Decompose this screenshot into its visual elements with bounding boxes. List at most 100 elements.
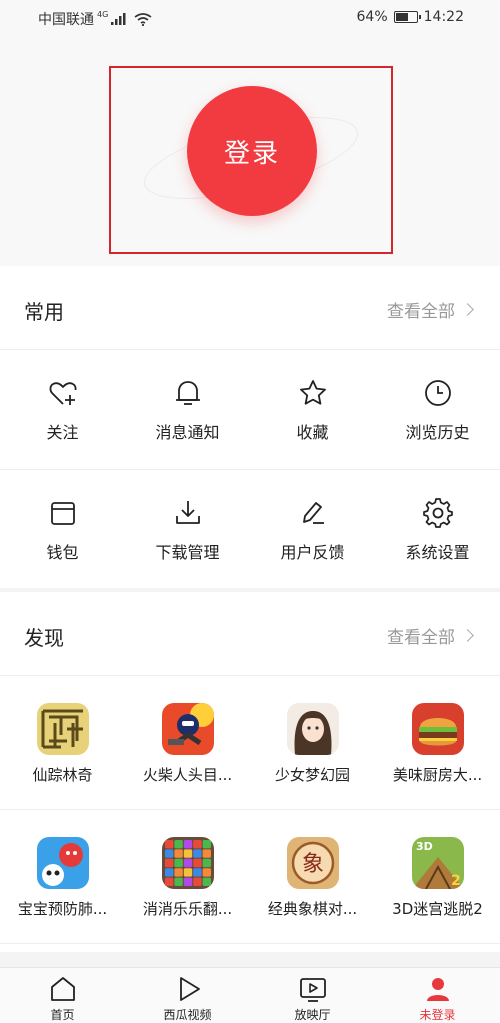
burger-game-icon xyxy=(411,703,464,755)
settings-button[interactable]: 系统设置 xyxy=(375,470,500,590)
notifications-button[interactable]: 消息通知 xyxy=(125,350,250,469)
history-label: 浏览历史 xyxy=(405,423,470,442)
clock-time: 14:22 xyxy=(423,9,464,25)
girl-game-icon xyxy=(286,703,339,755)
game-item[interactable]: 消消乐乐翻... xyxy=(125,810,250,943)
game-label: 少女梦幻园 xyxy=(274,766,350,784)
wallet-label: 钱包 xyxy=(46,543,79,562)
game-item[interactable]: 仙踪林奇 xyxy=(0,676,125,809)
chevron-right-icon xyxy=(461,629,474,642)
block-tile xyxy=(202,858,211,868)
tab-xigua-video[interactable]: 西瓜视频 xyxy=(125,968,250,1023)
game-label: 仙踪林奇 xyxy=(32,766,93,784)
game-label: 消消乐乐翻... xyxy=(142,900,233,918)
notifications-label: 消息通知 xyxy=(155,423,220,442)
battery-icon xyxy=(393,11,421,23)
block-tile xyxy=(183,840,192,849)
game-item[interactable]: 象 经典象棋对... xyxy=(250,810,375,943)
downloads-button[interactable]: 下载管理 xyxy=(125,470,250,590)
play-icon xyxy=(179,977,200,1001)
wallet-icon xyxy=(50,502,75,525)
block-tile xyxy=(173,858,183,868)
block-tile xyxy=(173,849,183,858)
view-all-label: 查看全部 xyxy=(387,628,455,648)
status-left: 中国联通 4G xyxy=(38,9,152,29)
game-label: 美味厨房大... xyxy=(392,766,483,784)
login-button[interactable]: 登录 xyxy=(187,86,317,216)
block-tile xyxy=(192,840,202,849)
game-label: 火柴人头目... xyxy=(142,766,233,784)
heart-plus-icon xyxy=(49,382,77,405)
wallet-button[interactable]: 钱包 xyxy=(0,470,125,590)
gear-icon xyxy=(422,498,453,528)
block-tile xyxy=(202,840,211,849)
games-row-1: 仙踪林奇 火柴人头目... 少女梦幻园 美味厨房大... xyxy=(0,676,500,810)
block-tile xyxy=(173,877,183,886)
discover-view-all-link[interactable]: 查看全部 xyxy=(387,623,474,648)
block-tile xyxy=(183,849,192,858)
chess-game-icon: 象 xyxy=(286,837,339,889)
block-tile xyxy=(164,840,173,849)
game-item[interactable]: 美味厨房大... xyxy=(375,676,500,809)
common-row-1: 关注 消息通知 收藏 浏览历史 xyxy=(0,350,500,470)
games-row-2: 宝宝预防肺... 消消乐乐翻... 象 经典象棋对... 3D 2 3D迷宫逃脱… xyxy=(0,810,500,944)
block-tile xyxy=(173,840,183,849)
block-tile xyxy=(173,868,183,877)
feedback-label: 用户反馈 xyxy=(280,543,345,562)
game-label: 宝宝预防肺... xyxy=(17,900,108,918)
follow-label: 关注 xyxy=(46,423,79,442)
bottom-tab-bar: 首页 西瓜视频 放映厅 未登录 xyxy=(0,967,500,1023)
wifi-icon xyxy=(134,12,152,26)
bell-icon xyxy=(175,381,200,405)
battery-percent: 64% xyxy=(356,9,388,25)
common-section-header: 常用 查看全部 xyxy=(0,266,500,350)
favorites-label: 收藏 xyxy=(296,423,329,442)
download-icon xyxy=(175,501,200,524)
follow-button[interactable]: 关注 xyxy=(0,350,125,469)
view-all-label: 查看全部 xyxy=(387,302,455,322)
game-item[interactable]: 3D 2 3D迷宫逃脱2 xyxy=(375,810,500,943)
block-tile xyxy=(192,877,202,886)
user-icon xyxy=(426,978,449,1001)
favorites-button[interactable]: 收藏 xyxy=(250,350,375,469)
game-item[interactable]: 宝宝预防肺... xyxy=(0,810,125,943)
tab-theater[interactable]: 放映厅 xyxy=(250,968,375,1023)
block-tile xyxy=(183,858,192,868)
settings-label: 系统设置 xyxy=(405,543,470,562)
game-item[interactable]: 少女梦幻园 xyxy=(250,676,375,809)
block-tile xyxy=(183,868,192,877)
block-tile xyxy=(164,849,173,858)
network-type: 4G xyxy=(97,9,109,19)
block-tile xyxy=(164,858,173,868)
tab-home[interactable]: 首页 xyxy=(0,968,125,1023)
common-view-all-link[interactable]: 查看全部 xyxy=(387,297,474,322)
block-tile xyxy=(192,868,202,877)
tab-xigua-video-label: 西瓜视频 xyxy=(163,1008,212,1022)
game-item[interactable]: 火柴人头目... xyxy=(125,676,250,809)
carrier-label: 中国联通 xyxy=(38,12,94,28)
tab-theater-label: 放映厅 xyxy=(294,1008,331,1022)
game-label: 3D迷宫逃脱2 xyxy=(392,900,483,918)
feedback-button[interactable]: 用户反馈 xyxy=(250,470,375,590)
home-icon xyxy=(50,977,75,1001)
common-section: 常用 查看全部 关注 消息通知 收藏 浏览历史 钱包 下载管理 用户反馈 系统设… xyxy=(0,266,500,588)
panda-game-icon xyxy=(36,837,89,889)
maze3d-badge: 2 xyxy=(451,873,461,889)
blocks-game-icon xyxy=(161,837,214,889)
battery-fill xyxy=(395,13,408,21)
tab-not-logged-in-label: 未登录 xyxy=(419,1008,456,1022)
discover-section-title: 发现 xyxy=(24,626,64,650)
chevron-right-icon xyxy=(461,303,474,316)
tab-home-label: 首页 xyxy=(50,1008,75,1022)
game-label: 经典象棋对... xyxy=(267,900,358,918)
block-tile xyxy=(202,849,211,858)
stickman-game-icon xyxy=(161,703,214,755)
block-tile xyxy=(183,877,192,886)
tab-not-logged-in[interactable]: 未登录 xyxy=(375,968,500,1023)
block-tile xyxy=(192,858,202,868)
status-right: 64% 14:22 xyxy=(357,9,464,25)
block-tile xyxy=(164,868,173,877)
downloads-label: 下载管理 xyxy=(155,543,220,562)
status-bar: 中国联通 4G 64% 14:22 xyxy=(0,0,500,34)
history-button[interactable]: 浏览历史 xyxy=(375,350,500,469)
